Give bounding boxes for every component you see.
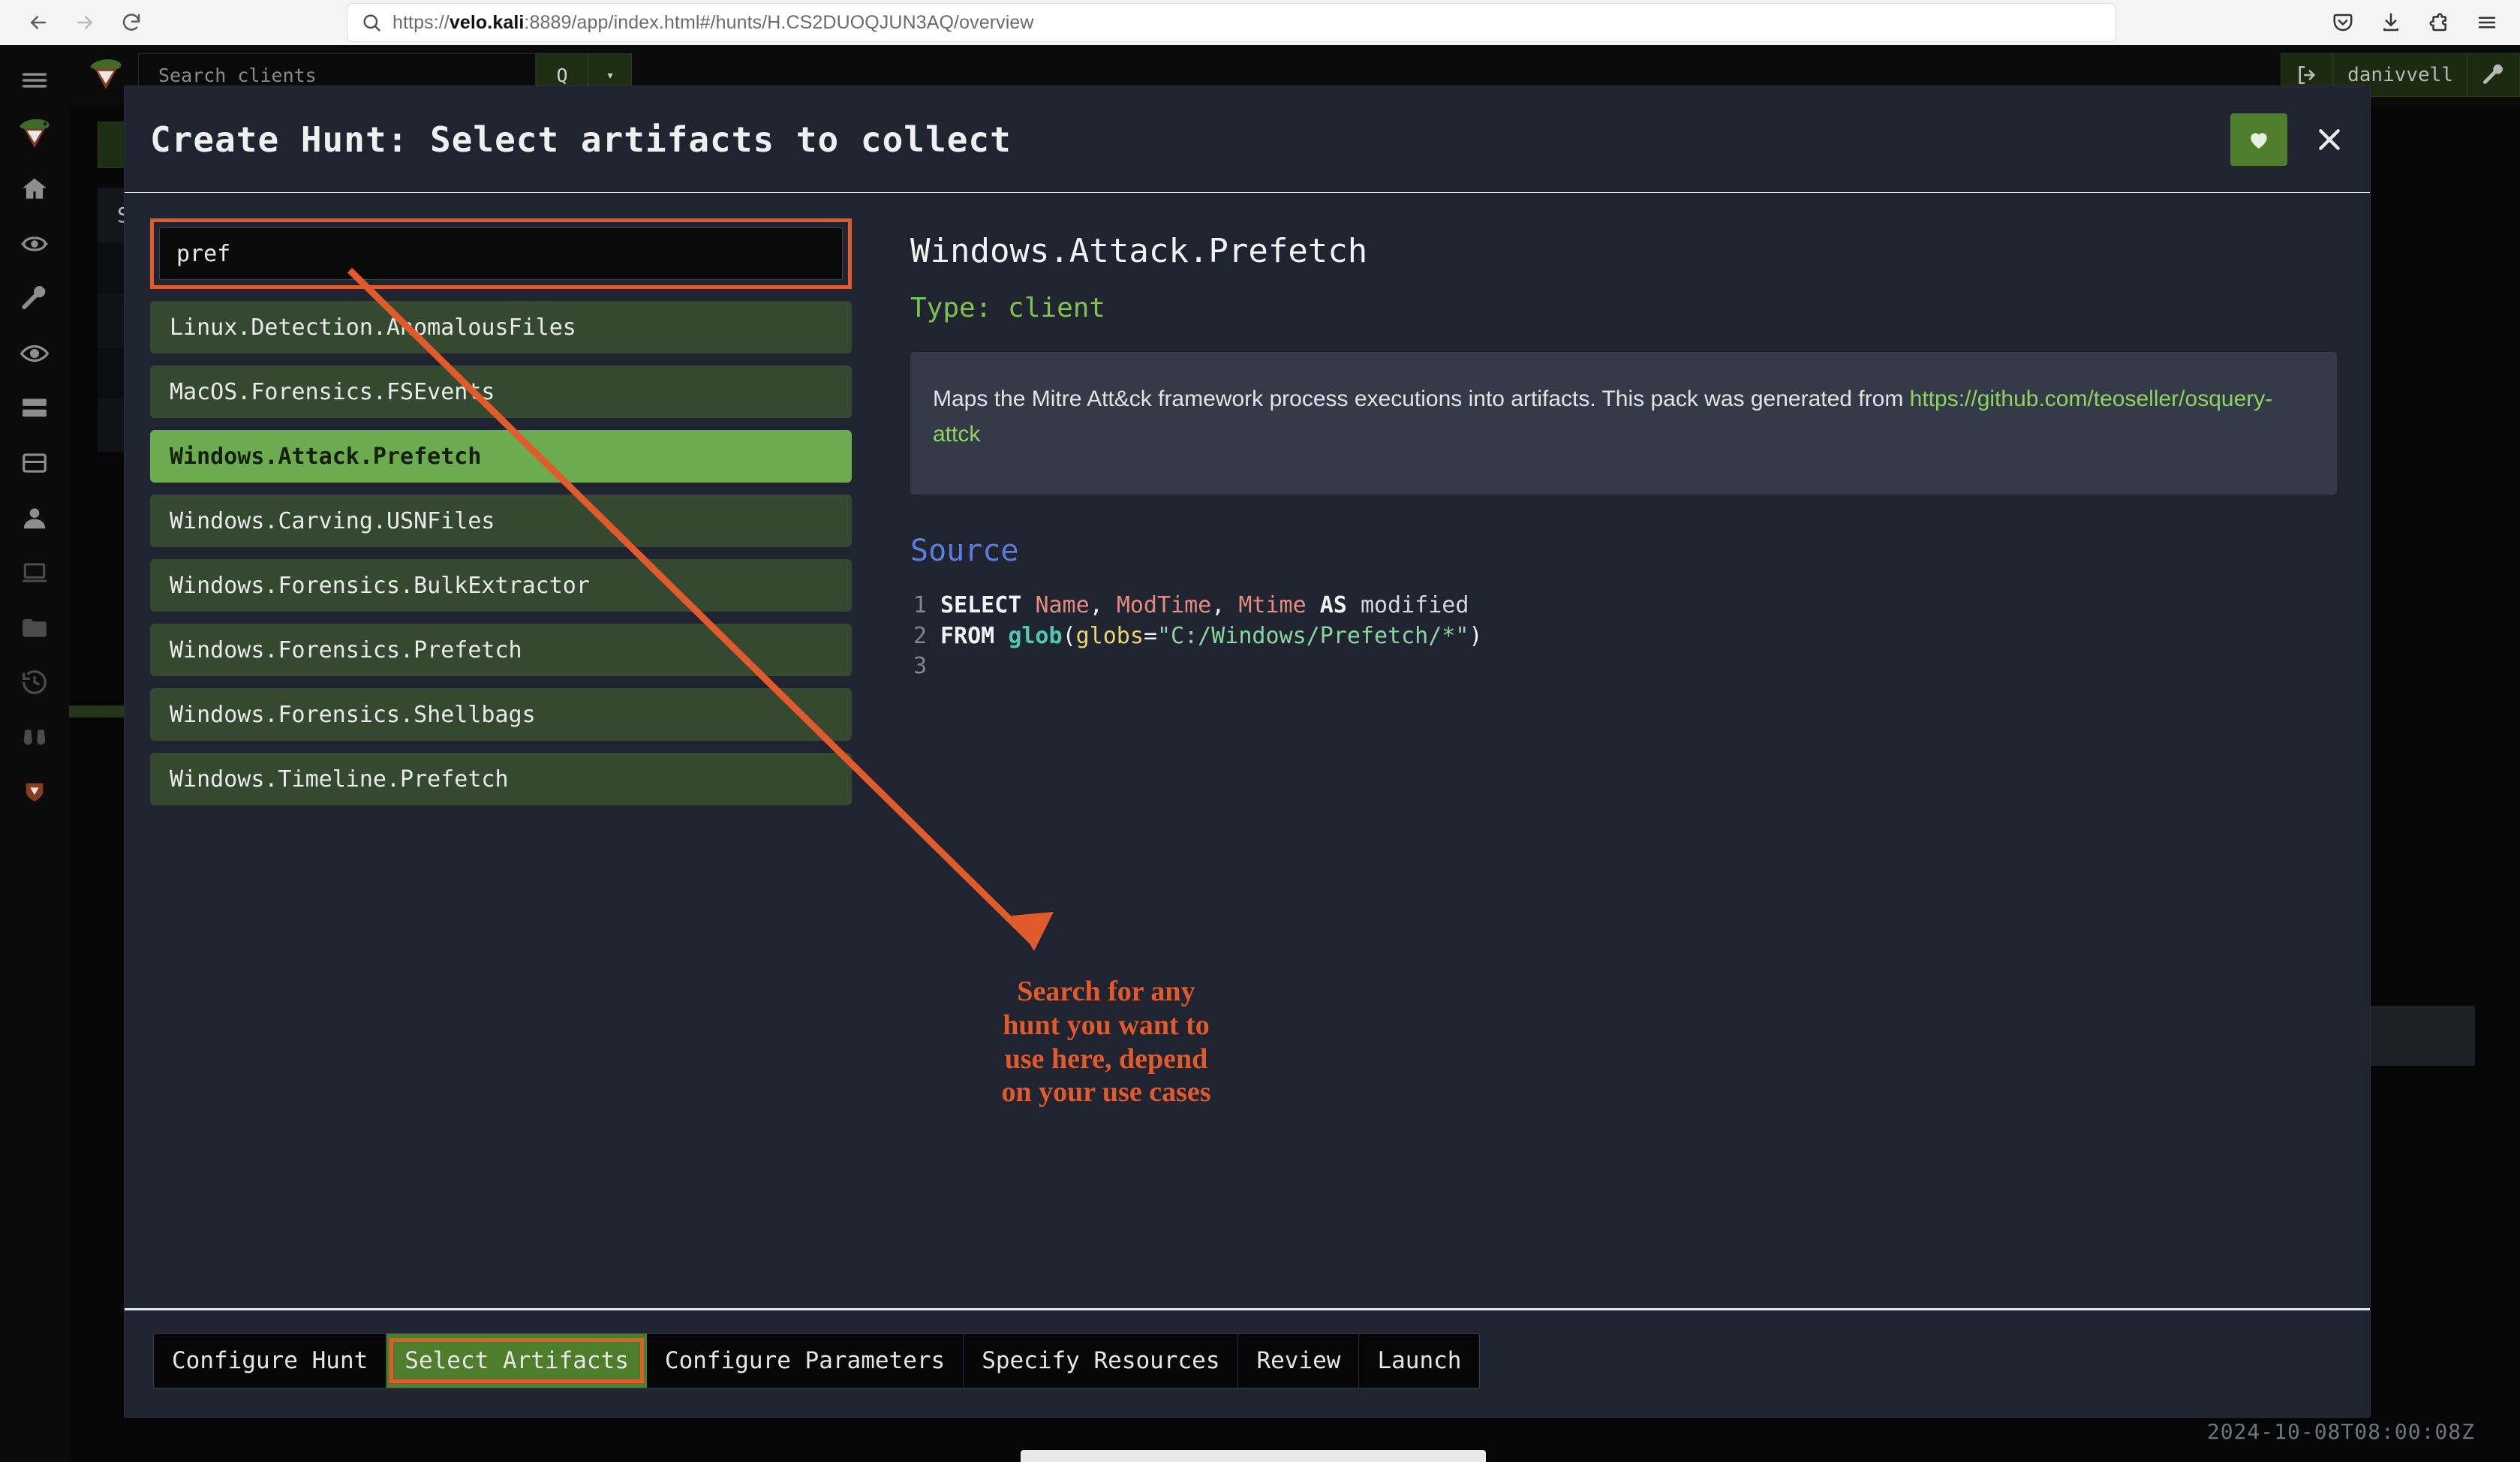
wizard-tabbar: Configure Hunt Select Artifacts Configure … xyxy=(153,1333,1481,1388)
status-timestamp: 2024-10-08T08:00:08Z xyxy=(2206,1419,2475,1444)
artifact-list-item[interactable]: MacOS.Forensics.FSEvents xyxy=(150,366,852,418)
code-line: 2 FROM glob(globs="C:/Windows/Prefetch/*"… xyxy=(910,621,2337,652)
extensions-icon[interactable] xyxy=(2418,5,2460,40)
reload-icon[interactable] xyxy=(108,5,155,40)
wizard-tab[interactable]: Select Artifacts xyxy=(386,1334,647,1388)
velociraptor-logo-icon xyxy=(83,53,129,97)
wizard-tab[interactable]: Configure Hunt xyxy=(154,1334,387,1388)
sidebar-item-hunts[interactable] xyxy=(0,709,69,764)
tab-annotation-box: Select Artifacts xyxy=(386,1334,647,1388)
modal-body: Linux.Detection.AnomalousFiles MacOS.Fore… xyxy=(125,193,2370,1308)
browser-toolbar: https://velo.kali:8889/app/index.html#/h… xyxy=(0,0,2520,45)
wizard-tab[interactable]: Launch xyxy=(1359,1334,1480,1388)
velociraptor-logo-icon xyxy=(0,107,69,161)
search-annotation-box xyxy=(150,218,852,289)
sidebar-item-monitor[interactable] xyxy=(0,326,69,381)
settings-wrench-icon[interactable] xyxy=(2467,53,2520,97)
url-text: https://velo.kali:8889/app/index.html#/h… xyxy=(392,11,1034,33)
sidebar-item-history[interactable] xyxy=(0,654,69,709)
artifact-description-box: Maps the Mitre Att&ck framework process … xyxy=(910,352,2337,495)
code-line-number: 2 xyxy=(913,622,927,649)
menu-icon[interactable] xyxy=(2466,5,2508,40)
sidebar-item-home[interactable] xyxy=(0,161,69,216)
close-icon[interactable] xyxy=(2307,117,2352,162)
sidebar-item-server[interactable] xyxy=(0,381,69,435)
back-icon[interactable] xyxy=(15,5,62,40)
create-hunt-modal: Create Hunt: Select artifacts to collect… xyxy=(125,86,2370,1417)
modal-footer: Configure Hunt Select Artifacts Configure … xyxy=(125,1308,2370,1417)
artifact-search-input[interactable] xyxy=(159,227,843,280)
screen: https://velo.kali:8889/app/index.html#/h… xyxy=(0,0,2520,1462)
sidebar-item-target[interactable] xyxy=(0,216,69,271)
artifact-description: Maps the Mitre Att&ck framework process … xyxy=(933,382,2314,452)
code-line: 1 SELECT Name, ModTime, Mtime AS modified xyxy=(910,591,2337,621)
artifact-selector-pane: Linux.Detection.AnomalousFiles MacOS.Fore… xyxy=(150,218,852,1308)
source-heading: Source xyxy=(910,534,1019,568)
code-line-content: FROM glob(globs="C:/Windows/Prefetch/*") xyxy=(940,622,1483,649)
sidebar-item-tools[interactable] xyxy=(0,271,69,326)
modal-header-actions xyxy=(2230,113,2352,166)
artifact-list: Linux.Detection.AnomalousFiles MacOS.Fore… xyxy=(150,301,852,805)
download-icon[interactable] xyxy=(2370,5,2412,40)
url-bar[interactable]: https://velo.kali:8889/app/index.html#/h… xyxy=(347,3,2116,42)
sidebar-item-users[interactable] xyxy=(0,490,69,545)
forward-icon[interactable] xyxy=(62,5,108,40)
artifact-list-item[interactable]: Windows.Carving.USNFiles xyxy=(150,495,852,547)
code-line-number: 3 xyxy=(913,653,927,679)
artifact-list-item[interactable]: Windows.Timeline.Prefetch xyxy=(150,753,852,805)
sidebar-item-clients[interactable] xyxy=(0,545,69,600)
modal-header: Create Hunt: Select artifacts to collect xyxy=(125,86,2370,193)
wizard-tab[interactable]: Specify Resources xyxy=(964,1334,1239,1388)
artifact-type: Type: client xyxy=(910,293,1106,323)
favorite-heart-icon[interactable] xyxy=(2230,113,2287,166)
artifact-list-item[interactable]: Linux.Detection.AnomalousFiles xyxy=(150,301,852,353)
code-line-content: SELECT Name, ModTime, Mtime AS modified xyxy=(940,592,1469,618)
search-icon xyxy=(361,12,382,33)
wizard-tab[interactable]: Review xyxy=(1238,1334,1360,1388)
page-title: Create Hunt: Select artifacts to collect xyxy=(150,119,1012,160)
artifact-list-item[interactable]: Windows.Forensics.BulkExtractor xyxy=(150,559,852,612)
app-sidebar xyxy=(0,45,69,1462)
artifact-list-item[interactable]: Windows.Forensics.Prefetch xyxy=(150,624,852,676)
artifact-list-item[interactable]: Windows.Forensics.Shellbags xyxy=(150,688,852,741)
sidebar-item-files[interactable] xyxy=(0,600,69,654)
description-text: Maps the Mitre Att&ck framework process … xyxy=(933,387,1910,411)
wizard-tab[interactable]: Configure Parameters xyxy=(646,1334,964,1388)
hamburger-menu-icon[interactable] xyxy=(0,53,69,107)
sidebar-item-shield[interactable] xyxy=(0,764,69,819)
browser-toolbar-right xyxy=(2322,0,2508,45)
taskbar-indicator xyxy=(1021,1450,1486,1462)
artifact-detail-pane: Windows.Attack.Prefetch Type: client Map… xyxy=(852,218,2347,1308)
artifact-name: Windows.Attack.Prefetch xyxy=(910,232,1368,270)
artifact-list-item[interactable]: Windows.Attack.Prefetch xyxy=(150,430,852,483)
browser-nav-buttons xyxy=(0,5,155,40)
code-line: 3 xyxy=(910,651,2337,682)
sidebar-item-notebook[interactable] xyxy=(0,435,69,490)
code-line-number: 1 xyxy=(913,592,927,618)
pocket-icon[interactable] xyxy=(2322,5,2364,40)
artifact-source-code: 1 SELECT Name, ModTime, Mtime AS modified… xyxy=(910,591,2337,682)
